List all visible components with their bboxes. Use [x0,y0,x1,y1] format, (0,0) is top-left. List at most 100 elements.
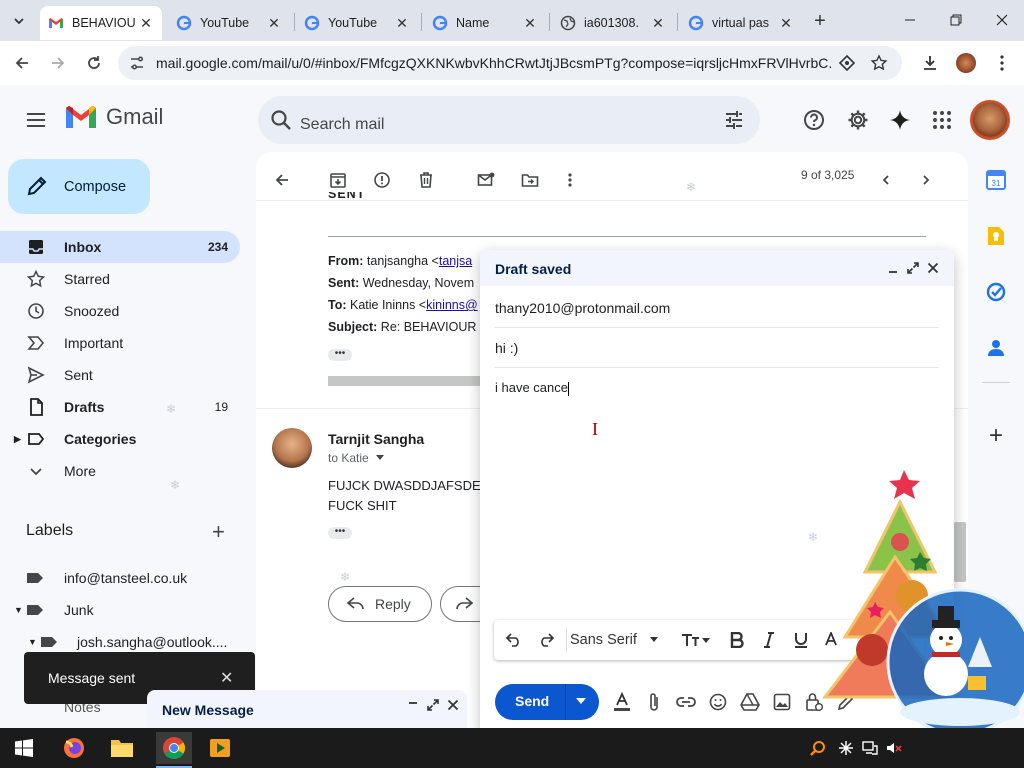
quoted-to-link[interactable]: kininns@ [426,298,478,312]
sidebar-item-more[interactable]: More [0,455,240,487]
archive-button[interactable] [324,166,352,194]
recipients-field[interactable]: thany2010@protonmail.com [495,288,939,328]
gmail-logo[interactable]: Gmail [64,104,163,130]
close-compose-button[interactable] [924,259,942,277]
minimize-icon[interactable] [407,699,419,711]
profile-button[interactable] [952,49,980,77]
close-tab-icon[interactable]: ✕ [522,15,538,31]
tray-network-icon[interactable] [860,732,880,764]
address-bar[interactable]: mail.google.com/mail/u/0/#inbox/FMfcgzQX… [118,46,902,80]
search-options-icon[interactable] [724,110,744,130]
downloads-button[interactable] [916,49,944,77]
main-menu-button[interactable] [24,108,48,132]
compose-button[interactable]: Compose [8,159,150,214]
tray-search-icon[interactable] [808,732,828,764]
close-tab-icon[interactable]: ✕ [138,15,154,31]
taskbar-chrome[interactable] [156,732,192,764]
label-item-tansteel[interactable]: info@tansteel.co.uk [0,563,240,593]
move-to-button[interactable] [516,166,544,194]
back-button[interactable] [8,49,36,77]
message-body-editor[interactable]: i have cance [495,380,569,396]
bold-button[interactable] [726,628,748,652]
taskbar-file-explorer[interactable] [106,732,138,764]
sender-name[interactable]: Tarnjit Sangha [328,431,424,447]
contacts-app-button[interactable] [984,336,1008,360]
insert-emoji-button[interactable] [706,690,730,714]
font-family-select[interactable]: Sans Serif [570,628,666,652]
back-to-inbox-button[interactable] [268,166,296,194]
attach-file-button[interactable] [642,690,666,714]
browser-tab-archive[interactable]: ia601308. ✕ [552,6,674,40]
close-window-button[interactable] [988,8,1016,32]
taskbar-media-app[interactable] [204,732,236,764]
insert-photo-button[interactable] [770,690,794,714]
search-bar[interactable]: Search mail [258,96,760,144]
older-button[interactable] [912,166,940,194]
translate-lens-icon[interactable] [838,54,856,72]
tray-brightness-icon[interactable] [836,732,856,764]
search-icon[interactable] [270,109,292,131]
collapse-arrow-icon[interactable]: ▼ [14,605,23,615]
fullscreen-compose-button[interactable] [904,259,922,277]
close-tab-icon[interactable]: ✕ [266,15,282,31]
label-item-junk[interactable]: ▼ Junk [0,595,240,625]
show-trimmed-content-button[interactable]: ••• [328,349,352,361]
tab-search-button[interactable] [6,8,32,34]
reload-button[interactable] [80,49,108,77]
taskbar-firefox[interactable] [58,732,90,764]
subject-field[interactable]: hi :) [495,328,939,368]
minimize-compose-button[interactable] [884,259,902,277]
recipient-chip[interactable]: thany2010@protonmail.com [495,300,670,316]
undo-button[interactable] [502,628,526,652]
minimized-compose[interactable]: New Message [147,690,467,728]
tray-volume-muted-icon[interactable] [884,732,904,764]
expand-arrow-icon[interactable]: ▶ [14,434,21,445]
reply-button[interactable]: Reply [328,586,432,622]
sidebar-item-important[interactable]: Important [0,327,240,359]
report-spam-button[interactable] [368,166,396,194]
start-button[interactable] [8,732,40,764]
redo-button[interactable] [534,628,558,652]
browser-tab-name[interactable]: Name ✕ [424,6,546,40]
forward-button[interactable] [44,49,72,77]
get-addons-button[interactable]: + [984,422,1008,449]
underline-button[interactable] [790,628,812,652]
horizontal-scrollbar[interactable] [328,376,488,386]
send-button[interactable]: Send [495,684,599,720]
minimize-window-button[interactable] [896,8,924,32]
account-avatar[interactable] [970,100,1010,140]
formatting-options-button[interactable] [610,690,634,714]
quoted-from-link[interactable]: tanjsa [439,254,472,268]
insert-drive-button[interactable] [738,690,762,714]
delete-button[interactable] [412,166,440,194]
close-tab-icon[interactable]: ✕ [778,15,794,31]
tasks-app-button[interactable] [984,280,1008,304]
restore-window-button[interactable] [942,8,970,32]
close-tab-icon[interactable]: ✕ [394,15,410,31]
bookmark-star-icon[interactable] [870,54,888,72]
calendar-app-button[interactable]: 31 [984,168,1008,192]
italic-button[interactable] [758,628,780,652]
sender-avatar[interactable] [272,428,312,468]
browser-tab-youtube-2[interactable]: YouTube ✕ [296,6,418,40]
expand-icon[interactable] [427,699,439,711]
search-input[interactable]: Search mail [300,116,384,134]
schedule-send-dropdown[interactable] [575,696,587,706]
browser-menu-button[interactable] [988,49,1016,77]
keep-app-button[interactable] [984,224,1008,248]
mark-unread-button[interactable] [472,166,500,194]
dismiss-toast-button[interactable]: ✕ [220,668,233,688]
browser-tab-youtube-1[interactable]: YouTube ✕ [168,6,290,40]
sidebar-item-inbox[interactable]: Inbox 234 [0,231,240,263]
collapse-arrow-icon[interactable]: ▼ [28,637,37,647]
browser-tab-gmail[interactable]: BEHAVIOU ✕ [40,6,162,40]
close-tab-icon[interactable]: ✕ [650,15,666,31]
close-icon[interactable] [447,699,459,711]
font-size-button[interactable] [676,628,716,652]
create-label-button[interactable]: + [212,521,232,543]
support-button[interactable] [802,108,826,132]
gemini-button[interactable] [888,108,912,132]
sidebar-item-snoozed[interactable]: Snoozed [0,295,240,327]
newer-button[interactable] [872,166,900,194]
sidebar-item-drafts[interactable]: Drafts 19 [0,391,240,423]
